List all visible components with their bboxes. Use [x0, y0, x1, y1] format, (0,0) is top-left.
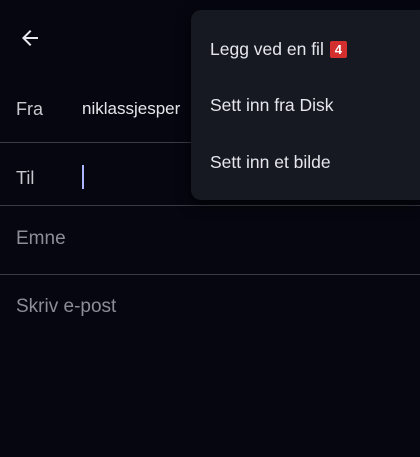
count-badge: 4	[329, 40, 347, 58]
menu-item-insert-from-drive[interactable]: Sett inn fra Disk	[191, 76, 420, 134]
to-label: Til	[16, 168, 35, 188]
body-input[interactable]: Skriv e-post	[16, 296, 116, 318]
from-value[interactable]: niklassjesper	[82, 99, 180, 119]
attach-menu: Legg ved en fil 4 Sett inn fra Disk Sett…	[191, 10, 420, 200]
menu-item-attach-file[interactable]: Legg ved en fil 4	[191, 20, 420, 78]
subject-input[interactable]: Emne	[16, 228, 66, 250]
back-button[interactable]	[12, 20, 48, 56]
menu-item-label: Sett inn fra Disk	[210, 94, 334, 115]
menu-item-insert-image[interactable]: Sett inn et bilde	[191, 133, 420, 191]
from-label: Fra	[16, 99, 43, 119]
menu-item-label: Sett inn et bilde	[210, 151, 331, 172]
menu-item-label: Legg ved en fil	[210, 38, 324, 59]
divider	[0, 274, 420, 275]
arrow-back-icon	[22, 30, 38, 46]
subject-row: Emne	[0, 206, 420, 274]
